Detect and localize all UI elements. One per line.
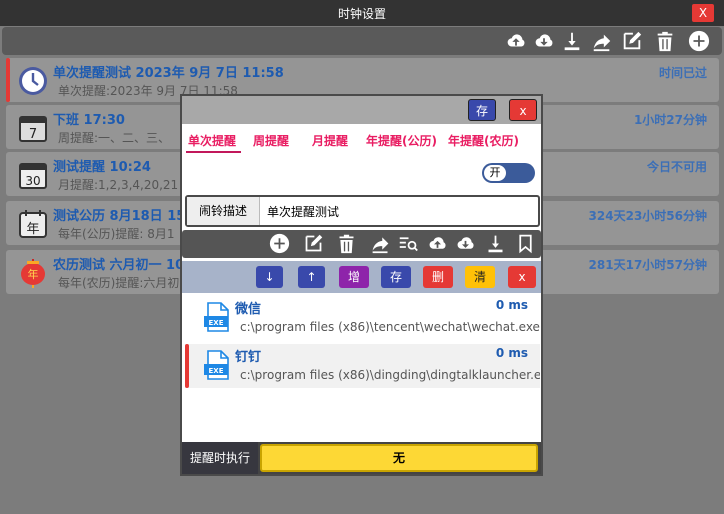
save-item-button[interactable]: 存 [381,266,411,288]
description-label: 闹铃描述 [187,197,260,225]
import-icon[interactable] [485,233,506,254]
tab-yearly-lunar[interactable]: 年提醒(农历) [448,132,519,149]
row-subtitle: 每年(农历)提醒:六月初 [58,276,180,290]
lantern-icon: 年 [18,258,48,288]
action-button-bar: ↓ ↑ 增 存 删 清 x [182,261,541,293]
clear-button[interactable]: 清 [465,266,495,288]
calendar-icon: 7 [18,113,48,143]
row-status: 281天17小时57分钟 [588,258,707,272]
tab-bar: 单次提醒 周提醒 月提醒 年提醒(公历) 年提醒(农历) [182,132,541,156]
program-item[interactable]: EXE 微信 0 ms c:\program files (x86)\tence… [185,296,540,340]
upload-cloud-icon[interactable] [505,30,527,52]
selected-accent [185,344,189,388]
add-icon[interactable] [269,233,290,254]
calendar-day: 年 [26,222,39,237]
program-name: 微信 [235,302,262,317]
row-title: 单次提醒测试 2023年 9月 7日 11:58 [53,66,284,81]
exe-badge: EXE [209,319,224,327]
calendar-year-icon: 年 [18,209,48,239]
row-title: 测试提醒 10:24 [53,160,151,175]
program-path: c:\program files (x86)\tencent\wechat\we… [240,320,540,334]
edit-icon[interactable] [303,233,324,254]
tab-once[interactable]: 单次提醒 [188,132,236,149]
row-subtitle: 周提醒:一、二、三、 [58,131,171,145]
dialog-toolbar [182,230,541,258]
program-delay: 0 ms [495,298,528,312]
tab-weekly[interactable]: 周提醒 [253,132,289,149]
import-icon[interactable] [561,30,583,52]
row-title: 农历测试 六月初一 10 [53,258,185,273]
active-tab-indicator [186,151,241,153]
row-status: 324天23小时56分钟 [588,209,707,223]
exe-file-icon: EXE [203,350,231,380]
edit-icon[interactable] [621,30,643,52]
clock-icon [18,66,48,96]
calendar-icon: 30 [18,160,48,190]
calendar-day: 30 [25,174,40,188]
row-subtitle: 每年(公历)提醒: 8月1 [58,227,175,241]
program-name: 钉钉 [235,350,262,365]
dialog-save-button[interactable]: 存 [468,99,496,121]
share-icon[interactable] [370,233,391,254]
dialog-close-button[interactable]: x [509,99,537,121]
alarm-edit-dialog: 存 x 单次提醒 周提醒 月提醒 年提醒(公历) 年提醒(农历) 开 闹铃描述 … [180,94,543,476]
share-icon[interactable] [591,30,613,52]
delete-item-button[interactable]: 删 [423,266,453,288]
download-cloud-icon[interactable] [455,233,476,254]
row-title: 下班 17:30 [53,113,125,128]
window-title: 时钟设置 [337,7,386,21]
calendar-day: 7 [29,127,37,142]
enable-toggle[interactable]: 开 [482,163,535,183]
description-field: 闹铃描述 单次提醒测试 [185,195,540,227]
program-item[interactable]: EXE 钉钉 0 ms c:\program files (x86)\dingd… [185,344,540,388]
tab-yearly-solar[interactable]: 年提醒(公历) [366,132,437,149]
row-subtitle: 月提醒:1,2,3,4,20,21 [58,178,179,192]
exe-file-icon: EXE [203,302,231,332]
move-up-button[interactable]: ↑ [298,266,325,288]
bookmark-icon[interactable] [515,233,536,254]
move-down-button[interactable]: ↓ [256,266,283,288]
add-item-button[interactable]: 增 [339,266,369,288]
exe-badge: EXE [209,367,224,375]
dialog-header: 存 x [182,96,541,124]
program-path: c:\program files (x86)\dingding\dingtalk… [240,368,540,382]
row-title: 测试公历 8月18日 15 [53,209,186,224]
tab-monthly[interactable]: 月提醒 [312,132,348,149]
row-status: 今日不可用 [646,160,707,174]
delete-icon[interactable] [336,233,357,254]
download-cloud-icon[interactable] [533,30,555,52]
description-input[interactable]: 单次提醒测试 [267,203,339,220]
row-status: 时间已过 [658,66,707,80]
search-list-icon[interactable] [398,233,419,254]
dialog-footer: 提醒时执行 无 [182,442,541,474]
upload-cloud-icon[interactable] [427,233,448,254]
title-bar: 时钟设置 X [0,0,724,26]
row-status: 1小时27分钟 [633,113,707,127]
execute-select[interactable]: 无 [260,444,538,472]
execute-label: 提醒时执行 [182,442,258,474]
toggle-label: 开 [484,165,506,181]
main-toolbar [2,27,722,55]
add-icon[interactable] [688,30,710,52]
close-window-button[interactable]: X [692,4,714,22]
calendar-day: 年 [28,267,39,281]
delete-icon[interactable] [654,30,676,52]
remove-button[interactable]: x [508,266,536,288]
program-delay: 0 ms [495,346,528,360]
selected-accent [6,58,10,102]
